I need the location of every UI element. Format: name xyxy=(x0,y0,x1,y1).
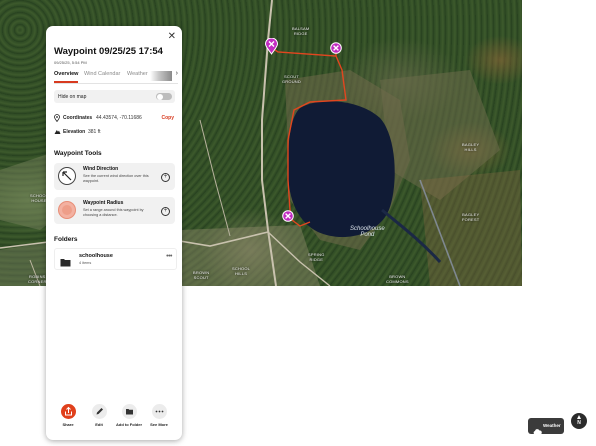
hide-on-map-toggle[interactable] xyxy=(156,93,172,100)
waypoint-panel: ✕ Waypoint 09/25/25 17:54 09/25/25, 5:54… xyxy=(46,26,182,440)
plus-icon[interactable]: + xyxy=(161,173,170,182)
wind-direction-desc: See the current wind direction over this… xyxy=(83,174,149,183)
radius-icon xyxy=(58,201,76,219)
edit-label: Edit xyxy=(95,422,103,427)
plus-icon[interactable]: + xyxy=(161,207,170,216)
map-label: BALSAM RIDGE xyxy=(292,26,310,36)
tab-overflow-fade xyxy=(150,71,172,81)
mountain-icon xyxy=(54,128,61,137)
coordinates-row: Coordinates 44.43574, -70.11686 Copy xyxy=(54,114,176,124)
add-to-folder-button[interactable]: Add to Folder xyxy=(114,404,144,427)
map-label: BAGLEY FOREST xyxy=(462,212,480,222)
add-to-folder-label: Add to Folder xyxy=(116,422,142,427)
folder-icon xyxy=(121,404,137,419)
waypoint-radius-desc: Set a range around this waypoint by choo… xyxy=(83,208,144,217)
panel-subtitle: 09/25/25, 5:54 PM xyxy=(54,60,87,65)
hide-on-map-row: Hide on map xyxy=(54,90,175,103)
weather-label: Weather xyxy=(543,423,561,428)
more-icon xyxy=(151,404,167,419)
map-label: BROWN SCOUT xyxy=(193,270,210,280)
tab-bar: Overview Wind Calendar Weather › xyxy=(54,70,178,84)
tab-weather[interactable]: Weather xyxy=(127,71,148,77)
hide-on-map-label: Hide on map xyxy=(58,94,87,100)
cloud-icon xyxy=(533,422,542,440)
map-label: ROBINS CORNER xyxy=(28,274,47,284)
active-tab-indicator xyxy=(54,81,78,83)
map-label: SCOUT GROUND xyxy=(282,74,301,84)
coordinates-value: 44.43574, -70.11686 xyxy=(96,115,142,121)
folder-icon xyxy=(60,254,71,272)
compass-button[interactable]: N xyxy=(571,413,587,429)
edit-button[interactable]: Edit xyxy=(84,404,114,427)
weather-button[interactable]: Weather xyxy=(528,418,564,435)
pencil-icon xyxy=(91,404,107,419)
folder-name: schoolhouse xyxy=(79,253,113,259)
folder-item[interactable]: schoolhouse 4 items ••• xyxy=(54,248,177,270)
elevation-value: 381 ft xyxy=(88,129,101,135)
wind-direction-icon xyxy=(58,167,76,185)
folders-heading: Folders xyxy=(54,236,78,243)
map-label: SCHOOL HILLS xyxy=(232,266,251,276)
wind-direction-card[interactable]: Wind Direction See the current wind dire… xyxy=(54,163,175,190)
panel-title: Waypoint 09/25/25 17:54 xyxy=(54,46,163,57)
share-label: Share xyxy=(62,422,74,427)
map-label: SPRING RIDGE xyxy=(308,252,325,262)
more-options-icon[interactable]: ••• xyxy=(166,253,172,260)
waypoint-radius-card[interactable]: Waypoint Radius Set a range around this … xyxy=(54,197,175,224)
folder-count: 4 items xyxy=(79,261,92,265)
chevron-right-icon[interactable]: › xyxy=(176,70,178,77)
share-icon xyxy=(60,404,76,419)
see-more-label: See More xyxy=(150,422,168,427)
see-more-button[interactable]: See More xyxy=(144,404,174,427)
tab-overview[interactable]: Overview xyxy=(54,71,78,77)
share-button[interactable]: Share xyxy=(53,404,83,427)
tools-heading: Waypoint Tools xyxy=(54,150,102,157)
tab-wind-calendar[interactable]: Wind Calendar xyxy=(84,71,120,77)
map-label: BROWN COMMONS xyxy=(386,274,409,284)
close-icon[interactable]: ✕ xyxy=(168,31,176,42)
location-pin-icon xyxy=(54,114,60,124)
elevation-label: Elevation xyxy=(63,129,86,135)
wind-direction-title: Wind Direction xyxy=(83,166,119,172)
copy-button[interactable]: Copy xyxy=(162,115,175,121)
map-label: BAGLEY HILLS xyxy=(462,142,480,152)
action-bar: Share Edit Add to Folder See More xyxy=(46,404,182,434)
coordinates-label: Coordinates xyxy=(63,115,93,121)
elevation-row: Elevation 381 ft xyxy=(54,128,176,136)
waypoint-radius-title: Waypoint Radius xyxy=(83,200,124,206)
compass-label: N xyxy=(577,420,581,426)
toggle-knob xyxy=(156,93,163,100)
pond-label: Schoolhouse Pond xyxy=(350,226,385,238)
